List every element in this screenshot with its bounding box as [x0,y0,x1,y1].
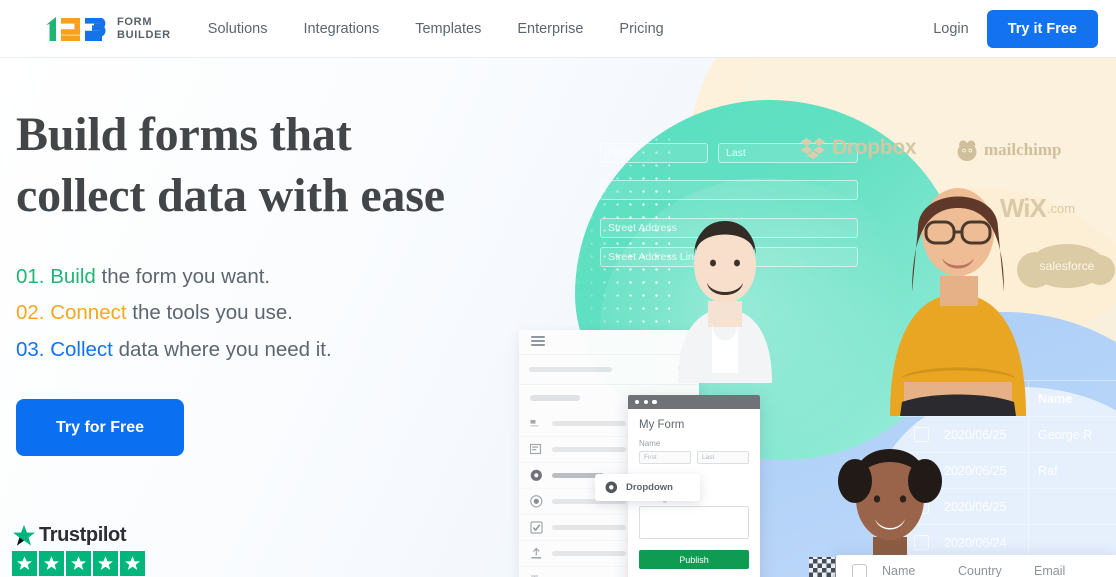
upload-icon [531,547,542,559]
hero-step-3: 03. Collect data where you need it. [16,332,536,368]
star-icon [39,551,64,576]
nav-item-solutions[interactable]: Solutions [208,21,268,37]
myform-message-textarea[interactable] [639,506,749,539]
short-text-icon [530,420,539,427]
headline-line-2: collect data with ease [16,169,445,223]
logo-line-2: BUILDER [117,28,171,41]
column-header-country[interactable]: Country [958,564,1034,577]
window-dot-1 [635,399,640,405]
photo-person-woman-glasses [870,116,1045,421]
star-icon [120,551,145,576]
myform-window-titlebar [628,395,760,409]
submissions-header-row: Name Country Email [836,555,1116,577]
nav-item-integrations[interactable]: Integrations [303,21,379,37]
photo-person-man [660,133,790,388]
site-header: FORM BUILDER Solutions Integrations Temp… [0,0,1116,58]
trustpilot-star-icon [13,525,35,546]
star-icon [93,551,118,576]
brand-label-wix-suffix: .com [1046,201,1076,216]
step-3-keyword: Collect [50,337,113,361]
nav-item-templates[interactable]: Templates [415,21,481,37]
dropdown-icon [530,469,542,481]
column-header-name[interactable]: Name [882,564,958,577]
myform-first-input[interactable]: First [639,451,691,464]
step-1-number: 01. [16,264,45,288]
step-1-rest: the form you want. [95,264,271,288]
publish-button[interactable]: Publish [639,550,749,569]
headline-line-1: Build forms that [16,108,352,161]
select-all-checkbox[interactable] [836,563,882,577]
myform-title: My Form [639,419,685,431]
step-2-number: 02. [16,301,45,325]
page-title: Build forms that collect data with ease [16,104,536,227]
myform-name-row: First Last [639,451,749,464]
paragraph-icon [530,443,542,455]
header-actions: Login Try it Free [933,9,1098,48]
myform-name-label: Name [639,439,661,448]
myform-last-input[interactable]: Last [697,451,749,464]
try-it-free-button[interactable]: Try it Free [986,9,1098,48]
radio-icon [530,495,543,508]
star-icon [66,551,91,576]
logo-wordmark: FORM BUILDER [117,16,171,41]
star-icon [12,551,37,576]
dropdown-icon [605,481,618,494]
search-input-skeleton [529,367,612,372]
hero-steps-list: 01. Build the form you want. 02. Connect… [16,259,536,368]
landing-page: FORM BUILDER Solutions Integrations Temp… [0,0,1116,577]
trustpilot-stars [12,551,147,576]
dropdown-chip-label: Dropdown [626,482,673,493]
main-nav: Solutions Integrations Templates Enterpr… [208,21,700,37]
step-2-keyword: Connect [50,301,127,325]
hero-step-2: 02. Connect the tools you use. [16,295,536,331]
hero-step-1: 01. Build the form you want. [16,259,536,295]
logo[interactable]: FORM BUILDER [42,16,171,42]
step-3-number: 03. [16,337,45,361]
hero-copy: Build forms that collect data with ease … [16,104,536,457]
trustpilot-rating[interactable]: Trustpilot [12,524,147,576]
text-format-icon [531,575,538,577]
submissions-table[interactable]: Name Country Email [836,555,1116,577]
hamburger-icon[interactable] [531,335,545,348]
nav-item-pricing[interactable]: Pricing [619,21,663,37]
try-for-free-button[interactable]: Try for Free [16,399,184,457]
step-1-keyword: Build [50,264,96,288]
logo-digits-icon [42,16,110,42]
dropbox-icon [800,138,826,159]
trustpilot-wordmark: Trustpilot [39,524,127,546]
window-dot-2 [643,399,648,405]
checkbox-icon [530,521,543,534]
login-link[interactable]: Login [933,21,968,37]
dropdown-field-chip[interactable]: Dropdown [595,474,700,501]
column-header-email[interactable]: Email [1034,564,1116,577]
hero-section: First Last Street Address Street Address… [0,58,1116,577]
window-dot-3 [652,399,657,405]
logo-line-1: FORM [117,16,153,29]
step-3-rest: data where you need it. [112,337,332,361]
brand-label-salesforce: salesforce [1039,259,1095,273]
step-2-rest: the tools you use. [126,301,293,325]
nav-item-enterprise[interactable]: Enterprise [517,21,583,37]
trustpilot-logo: Trustpilot [12,524,147,547]
